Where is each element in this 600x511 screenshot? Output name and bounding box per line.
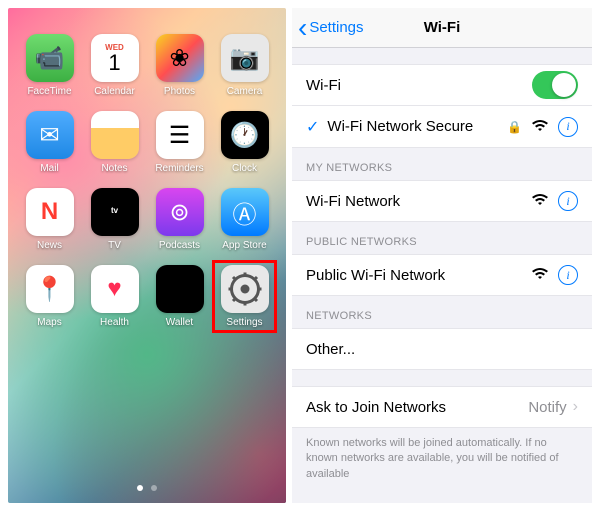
- news-icon: N: [26, 188, 74, 236]
- app-clock[interactable]: 🕐 Clock: [217, 111, 272, 174]
- facetime-icon: 📹: [26, 34, 74, 82]
- health-icon: ♥: [91, 265, 139, 313]
- network-name: Wi-Fi Network: [306, 193, 532, 210]
- app-reminders[interactable]: ☰ Reminders: [152, 111, 207, 174]
- app-grid: 📹 FaceTime WED1 Calendar ❀ Photos 📷 Camera ✉…: [8, 8, 286, 328]
- app-label: Mail: [40, 163, 58, 174]
- info-icon[interactable]: i: [558, 117, 578, 137]
- app-settings[interactable]: Settings: [212, 260, 277, 333]
- nav-bar: Settings Wi-Fi: [292, 8, 592, 48]
- photos-icon: ❀: [156, 34, 204, 82]
- wallet-icon: 🗂: [156, 265, 204, 313]
- appstore-icon: Ⓐ: [221, 188, 269, 236]
- back-button[interactable]: Settings: [298, 14, 364, 42]
- app-wallet[interactable]: 🗂 Wallet: [152, 265, 207, 328]
- app-mail[interactable]: ✉ Mail: [22, 111, 77, 174]
- app-label: Maps: [37, 317, 61, 328]
- settings-icon: [221, 265, 269, 313]
- ask-value: Notify: [528, 399, 566, 416]
- wifi-toggle[interactable]: [532, 71, 578, 99]
- notes-icon: [91, 111, 139, 159]
- public-network-row[interactable]: Public Wi-Fi Network i: [292, 254, 592, 296]
- info-icon[interactable]: i: [558, 265, 578, 285]
- app-calendar[interactable]: WED1 Calendar: [87, 34, 142, 97]
- lock-icon: 🔒: [507, 120, 522, 134]
- podcasts-icon: ⊚: [156, 188, 204, 236]
- ask-label: Ask to Join Networks: [306, 399, 528, 416]
- app-label: Calendar: [94, 86, 135, 97]
- public-networks-header: PUBLIC NETWORKS: [292, 222, 592, 254]
- app-label: FaceTime: [27, 86, 71, 97]
- app-label: Wallet: [166, 317, 193, 328]
- my-network-row[interactable]: Wi-Fi Network i: [292, 180, 592, 222]
- app-notes[interactable]: Notes: [87, 111, 142, 174]
- app-maps[interactable]: 📍 Maps: [22, 265, 77, 328]
- camera-icon: 📷: [221, 34, 269, 82]
- app-label: News: [37, 240, 62, 251]
- app-label: Health: [100, 317, 129, 328]
- app-label: Camera: [227, 86, 263, 97]
- app-camera[interactable]: 📷 Camera: [217, 34, 272, 97]
- my-networks-header: MY NETWORKS: [292, 148, 592, 180]
- app-photos[interactable]: ❀ Photos: [152, 34, 207, 97]
- app-appstore[interactable]: Ⓐ App Store: [217, 188, 272, 251]
- app-label: Podcasts: [159, 240, 200, 251]
- app-label: Clock: [232, 163, 257, 174]
- wifi-signal-icon: [532, 267, 548, 283]
- app-label: Reminders: [155, 163, 203, 174]
- ask-footer: Known networks will be joined automatica…: [292, 428, 592, 490]
- app-label: TV: [108, 240, 121, 251]
- mail-icon: ✉: [26, 111, 74, 159]
- app-label: App Store: [222, 240, 266, 251]
- home-screen: 📹 FaceTime WED1 Calendar ❀ Photos 📷 Camera ✉…: [8, 8, 286, 503]
- app-label: Photos: [164, 86, 195, 97]
- networks-header: NETWORKS: [292, 296, 592, 328]
- reminders-icon: ☰: [156, 111, 204, 159]
- check-icon: ✓: [306, 117, 319, 137]
- calendar-icon: WED1: [91, 34, 139, 82]
- tv-icon: ᵗᵛ: [91, 188, 139, 236]
- info-icon[interactable]: i: [558, 191, 578, 211]
- app-label: Settings: [226, 317, 262, 328]
- connected-network-row[interactable]: ✓ Wi-Fi Network Secure 🔒 i: [292, 106, 592, 148]
- wifi-signal-icon: [532, 193, 548, 209]
- other-network-row[interactable]: Other...: [292, 328, 592, 370]
- app-tv[interactable]: ᵗᵛ TV: [87, 188, 142, 251]
- maps-icon: 📍: [26, 265, 74, 313]
- ask-to-join-row[interactable]: Ask to Join Networks Notify ›: [292, 386, 592, 428]
- clock-icon: 🕐: [221, 111, 269, 159]
- wifi-toggle-label: Wi-Fi: [306, 77, 532, 94]
- other-label: Other...: [306, 341, 355, 358]
- network-name: Public Wi-Fi Network: [306, 267, 532, 284]
- wifi-signal-icon: [532, 119, 548, 135]
- network-name: Wi-Fi Network Secure: [327, 118, 507, 135]
- app-label: Notes: [101, 163, 127, 174]
- wifi-settings-screen: Settings Wi-Fi Wi-Fi ✓ Wi-Fi Network Sec…: [292, 8, 592, 503]
- app-health[interactable]: ♥ Health: [87, 265, 142, 328]
- chevron-right-icon: ›: [573, 398, 578, 416]
- app-podcasts[interactable]: ⊚ Podcasts: [152, 188, 207, 251]
- page-dots: [8, 485, 286, 491]
- app-facetime[interactable]: 📹 FaceTime: [22, 34, 77, 97]
- app-news[interactable]: N News: [22, 188, 77, 251]
- wifi-toggle-row[interactable]: Wi-Fi: [292, 64, 592, 106]
